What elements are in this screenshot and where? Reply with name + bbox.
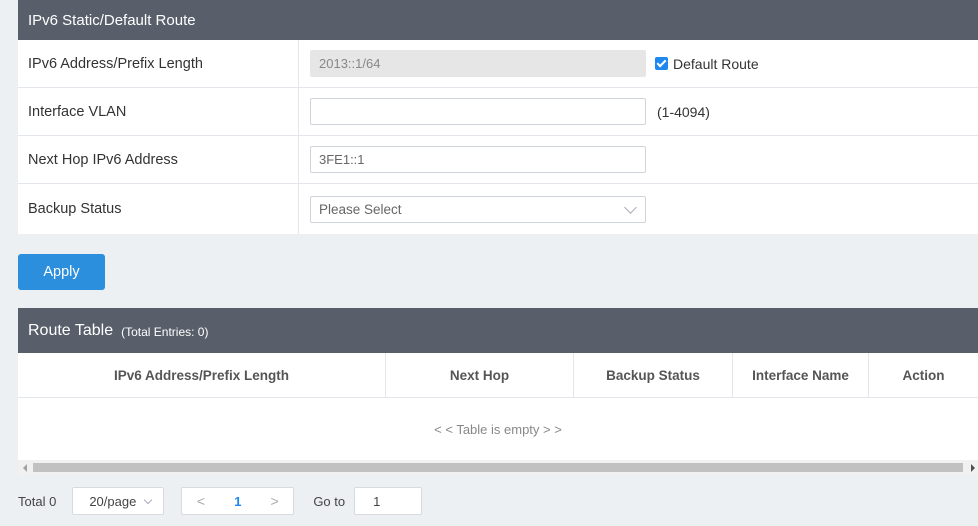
interface-vlan-input[interactable]	[310, 98, 646, 125]
backup-status-selected: Please Select	[319, 201, 402, 217]
column-header-interface-name[interactable]: Interface Name	[733, 353, 869, 397]
section-header-ipv6-route: IPv6 Static/Default Route	[18, 0, 978, 40]
scroll-right-arrow-icon[interactable]	[971, 464, 975, 472]
apply-button[interactable]: Apply	[18, 254, 105, 290]
section-title: IPv6 Static/Default Route	[28, 11, 196, 29]
route-form: IPv6 Address/Prefix Length Default Route…	[18, 40, 978, 234]
horizontal-scrollbar[interactable]	[18, 460, 978, 475]
page-navigator: < 1 >	[181, 487, 295, 515]
current-page[interactable]: 1	[234, 494, 241, 509]
pagination: Total 0 20/page < 1 > Go to	[18, 485, 978, 517]
scrollbar-thumb[interactable]	[33, 463, 963, 472]
form-row-backup-status: Backup Status Please Select	[18, 184, 978, 234]
goto-label: Go to	[313, 493, 346, 509]
backup-status-select[interactable]: Please Select	[310, 195, 646, 223]
page-size-select[interactable]: 20/page	[72, 487, 165, 515]
scroll-left-arrow-icon[interactable]	[23, 464, 27, 472]
total-entries: (Total Entries: 0)	[121, 324, 209, 339]
chevron-down-icon	[624, 200, 637, 214]
form-row-interface-vlan: Interface VLAN (1-4094)	[18, 88, 978, 136]
ipv6-address-label: IPv6 Address/Prefix Length	[18, 40, 299, 87]
pagination-total: Total 0	[18, 493, 57, 509]
page-size-value: 20/page	[89, 493, 137, 509]
next-hop-input[interactable]	[310, 146, 646, 173]
column-header-backup-status[interactable]: Backup Status	[574, 353, 733, 397]
route-table: IPv6 Address/Prefix Length Next Hop Back…	[18, 353, 978, 460]
vlan-range-hint: (1-4094)	[657, 103, 710, 120]
table-header: IPv6 Address/Prefix Length Next Hop Back…	[18, 353, 978, 398]
form-row-next-hop: Next Hop IPv6 Address	[18, 136, 978, 184]
default-route-checkbox[interactable]	[655, 57, 668, 70]
goto-page-input[interactable]	[354, 487, 423, 515]
route-table-title: Route Table	[28, 321, 114, 339]
default-route-label[interactable]: Default Route	[673, 56, 759, 72]
column-header-ipv6-address[interactable]: IPv6 Address/Prefix Length	[18, 353, 386, 397]
ipv6-address-input[interactable]	[310, 50, 646, 77]
form-row-ipv6-address: IPv6 Address/Prefix Length Default Route	[18, 40, 978, 88]
column-header-action[interactable]: Action	[869, 353, 978, 397]
next-page-button[interactable]: >	[271, 493, 279, 509]
prev-page-button[interactable]: <	[197, 493, 205, 509]
table-empty-message: < < Table is empty > >	[434, 421, 562, 437]
column-header-next-hop[interactable]: Next Hop	[386, 353, 574, 397]
section-header-route-table: Route Table (Total Entries: 0)	[18, 308, 978, 353]
next-hop-label: Next Hop IPv6 Address	[18, 136, 299, 183]
interface-vlan-label: Interface VLAN	[18, 88, 299, 135]
chevron-down-icon	[144, 495, 153, 505]
backup-status-label: Backup Status	[18, 184, 299, 234]
